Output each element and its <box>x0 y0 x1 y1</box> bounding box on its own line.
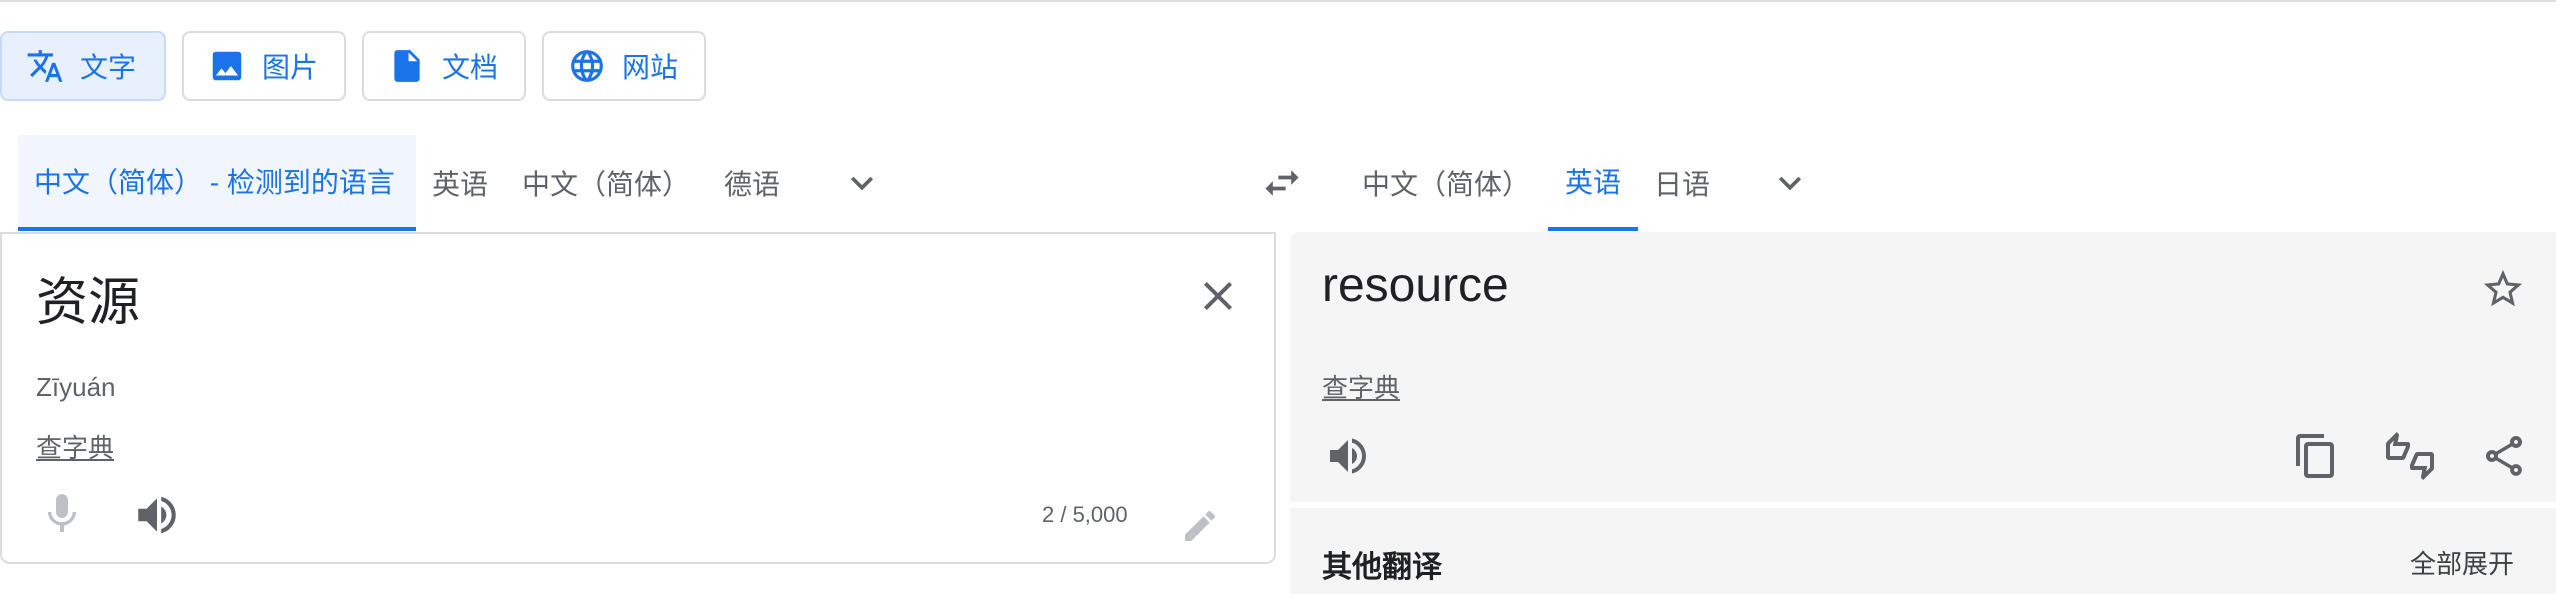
target-lang-english-tab[interactable]: 英语 <box>1548 135 1638 231</box>
source-panel: 资源 Zīyuán 查字典 2 / 5,000 <box>0 232 1276 564</box>
share-icon <box>2486 436 2522 476</box>
source-lang-more-button[interactable] <box>840 161 884 205</box>
source-lang-detected-label: 中文（简体） - 检测到的语言 <box>34 167 395 198</box>
chevron-down-icon <box>851 176 873 191</box>
character-count: 2 / 5,000 <box>1042 502 1128 527</box>
close-icon <box>1204 282 1232 310</box>
mode-text-button[interactable]: 文字 <box>0 31 166 101</box>
source-lang-chinese-tab[interactable]: 中文（简体） <box>506 135 706 231</box>
rate-translation-button[interactable] <box>2386 432 2434 480</box>
edit-button[interactable] <box>1180 506 1220 546</box>
source-lang-english-tab[interactable]: 英语 <box>416 135 504 231</box>
mode-document-button[interactable]: 文档 <box>362 31 526 101</box>
star-icon <box>2483 269 2523 307</box>
source-lang-german-label: 德语 <box>724 169 781 200</box>
source-transliteration: Zīyuán <box>36 372 116 402</box>
target-dictionary-link[interactable]: 查字典 <box>1322 368 1400 405</box>
mode-image-button[interactable]: 图片 <box>182 31 346 101</box>
target-lang-english-label: 英语 <box>1564 167 1621 198</box>
target-lang-more-button[interactable] <box>1768 161 1812 205</box>
share-translation-button[interactable] <box>2480 432 2528 480</box>
expand-all-button[interactable]: 全部展开 <box>2410 544 2514 581</box>
mode-image-label: 图片 <box>262 52 319 83</box>
other-translations-title: 其他翻译 <box>1322 551 1442 584</box>
image-icon <box>212 51 242 81</box>
clear-source-button[interactable] <box>1194 272 1242 320</box>
target-panel: resource 查字典 <box>1290 232 2556 502</box>
speaker-icon <box>1330 438 1366 474</box>
source-lang-german-tab[interactable]: 德语 <box>708 135 796 231</box>
voice-input-button[interactable] <box>38 490 86 538</box>
listen-source-button[interactable] <box>132 490 182 540</box>
copy-translation-button[interactable] <box>2292 432 2340 480</box>
mode-website-label: 网站 <box>622 52 679 83</box>
source-dictionary-link[interactable]: 查字典 <box>36 428 114 465</box>
source-lang-detected-tab[interactable]: 中文（简体） - 检测到的语言 <box>18 135 416 231</box>
microphone-icon <box>48 494 76 532</box>
source-lang-chinese-label: 中文（简体） <box>522 169 691 200</box>
other-translations-section: 其他翻译 全部展开 <box>1290 508 2556 594</box>
target-lang-japanese-tab[interactable]: 日语 <box>1638 135 1726 231</box>
source-lang-english-label: 英语 <box>432 169 489 200</box>
save-translation-button[interactable] <box>2480 266 2526 312</box>
listen-translation-button[interactable] <box>1324 432 1372 480</box>
target-lang-japanese-label: 日语 <box>1654 169 1711 200</box>
speaker-icon <box>138 496 176 534</box>
mode-website-button[interactable]: 网站 <box>542 31 706 101</box>
swap-languages-button[interactable] <box>1258 161 1306 205</box>
thumbs-up-down-icon <box>2386 432 2434 480</box>
translate-icon <box>27 50 63 82</box>
source-text-input[interactable]: 资源 <box>36 260 140 335</box>
target-lang-chinese-label: 中文（简体） <box>1362 169 1531 200</box>
top-divider <box>0 0 2556 2</box>
target-lang-chinese-tab[interactable]: 中文（简体） <box>1346 135 1546 231</box>
document-icon <box>394 50 420 82</box>
language-bar: 中文（简体） - 检测到的语言 英语 中文（简体） 德语 中文（简体） 英语 日… <box>0 135 2556 231</box>
translation-text: resource <box>1322 259 1509 312</box>
mode-text-label: 文字 <box>80 52 137 83</box>
copy-icon <box>2296 434 2334 478</box>
swap-icon <box>1265 170 1299 196</box>
mode-document-label: 文档 <box>442 52 499 83</box>
pencil-icon <box>1185 510 1216 541</box>
chevron-down-icon <box>1779 176 1801 191</box>
globe-icon <box>571 50 603 82</box>
